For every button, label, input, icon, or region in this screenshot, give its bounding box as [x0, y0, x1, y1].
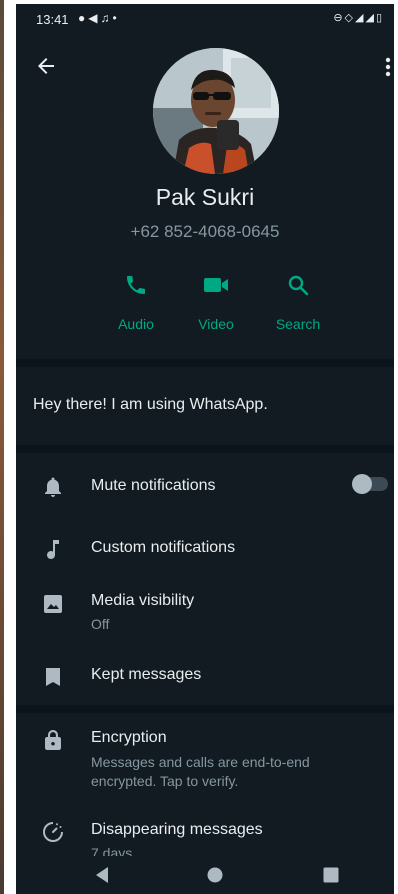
notification-icons: ●◀♫•: [78, 11, 120, 25]
encryption-description: Messages and calls are end-to-end encryp…: [91, 754, 310, 789]
whatsapp-icon: ●: [78, 11, 89, 25]
timer-icon: [43, 822, 63, 842]
bell-icon: [45, 477, 61, 497]
wifi-icon: ◇: [344, 12, 355, 24]
system-nav-bar: [16, 856, 394, 894]
video-label: Video: [198, 316, 234, 332]
media-visibility-row[interactable]: Media visibility Off: [16, 577, 394, 647]
kebab-menu-icon: [385, 57, 391, 77]
phone-icon: [127, 276, 145, 294]
kept-messages-row[interactable]: Kept messages: [16, 647, 394, 705]
section-divider: [16, 445, 394, 453]
status-bar: 13:41 ●◀♫• ⊖◇◢◢▯: [16, 4, 394, 34]
section-divider: [16, 359, 394, 367]
custom-notifications-row[interactable]: Custom notifications: [16, 521, 394, 577]
telegram-icon: ◀: [88, 11, 101, 25]
mute-notifications-label: Mute notifications: [91, 477, 216, 494]
lock-icon: [45, 730, 61, 750]
system-icons: ⊖◇◢◢▯: [333, 11, 384, 24]
square-recents-icon: [323, 867, 339, 883]
section-divider: [16, 705, 394, 713]
music-note-icon: [47, 540, 59, 559]
kept-messages-label: Kept messages: [91, 666, 202, 683]
disappearing-messages-label: Disappearing messages: [91, 821, 263, 838]
triangle-back-icon: [96, 867, 108, 883]
bookmark-icon: [46, 668, 60, 686]
arrow-left-icon: [38, 58, 54, 74]
circle-home-icon: [207, 867, 223, 883]
signal-icon: ◢: [365, 12, 376, 24]
contact-header: Pak Sukri +62 852-4068-0645 Audio Video …: [16, 34, 394, 359]
battery-icon: ▯: [375, 12, 384, 24]
profile-photo: [153, 48, 279, 174]
audio-call-button[interactable]: Audio: [96, 270, 176, 332]
nav-recents-button[interactable]: [323, 867, 339, 888]
custom-notifications-label: Custom notifications: [91, 539, 236, 556]
contact-name: Pak Sukri: [155, 184, 255, 210]
nav-home-button[interactable]: [207, 867, 223, 888]
search-label: Search: [275, 316, 321, 332]
avatar[interactable]: [153, 48, 279, 174]
dnd-icon: ⊖: [333, 12, 345, 24]
encryption-row[interactable]: Encryption Messages and calls are end-to…: [16, 713, 394, 793]
about-text: Hey there! I am using WhatsApp.: [33, 396, 268, 413]
privacy-section: Encryption Messages and calls are end-to…: [16, 713, 394, 863]
search-button[interactable]: Search: [258, 270, 338, 332]
media-visibility-value: Off: [91, 616, 110, 632]
more-options-button[interactable]: [384, 56, 392, 78]
toggle-knob: [352, 474, 372, 494]
mute-toggle[interactable]: [352, 474, 388, 494]
media-visibility-label: Media visibility: [91, 592, 195, 609]
mute-notifications-row[interactable]: Mute notifications: [16, 453, 394, 521]
music-icon: ♫: [100, 11, 113, 25]
device-edge: [0, 0, 4, 894]
image-icon: [44, 595, 62, 613]
signal-icon: ◢: [355, 12, 366, 24]
about-section[interactable]: Hey there! I am using WhatsApp.: [16, 367, 394, 445]
screenshot-frame: 13:41 ●◀♫• ⊖◇◢◢▯ Pak Sukri +62 852-4068-…: [0, 0, 398, 894]
dot-icon: •: [112, 11, 120, 25]
audio-label: Audio: [118, 316, 154, 332]
nav-back-button[interactable]: [94, 866, 110, 889]
encryption-label: Encryption: [91, 729, 167, 746]
back-button[interactable]: [34, 54, 58, 78]
phone-screen: 13:41 ●◀♫• ⊖◇◢◢▯ Pak Sukri +62 852-4068-…: [16, 4, 394, 894]
status-time: 13:41: [36, 12, 69, 27]
video-camera-icon: [204, 278, 228, 292]
chat-settings-section: Mute notifications Custom notifications: [16, 453, 394, 705]
video-call-button[interactable]: Video: [176, 270, 256, 332]
search-icon: [288, 275, 309, 296]
contact-phone: +62 852-4068-0645: [130, 222, 280, 241]
